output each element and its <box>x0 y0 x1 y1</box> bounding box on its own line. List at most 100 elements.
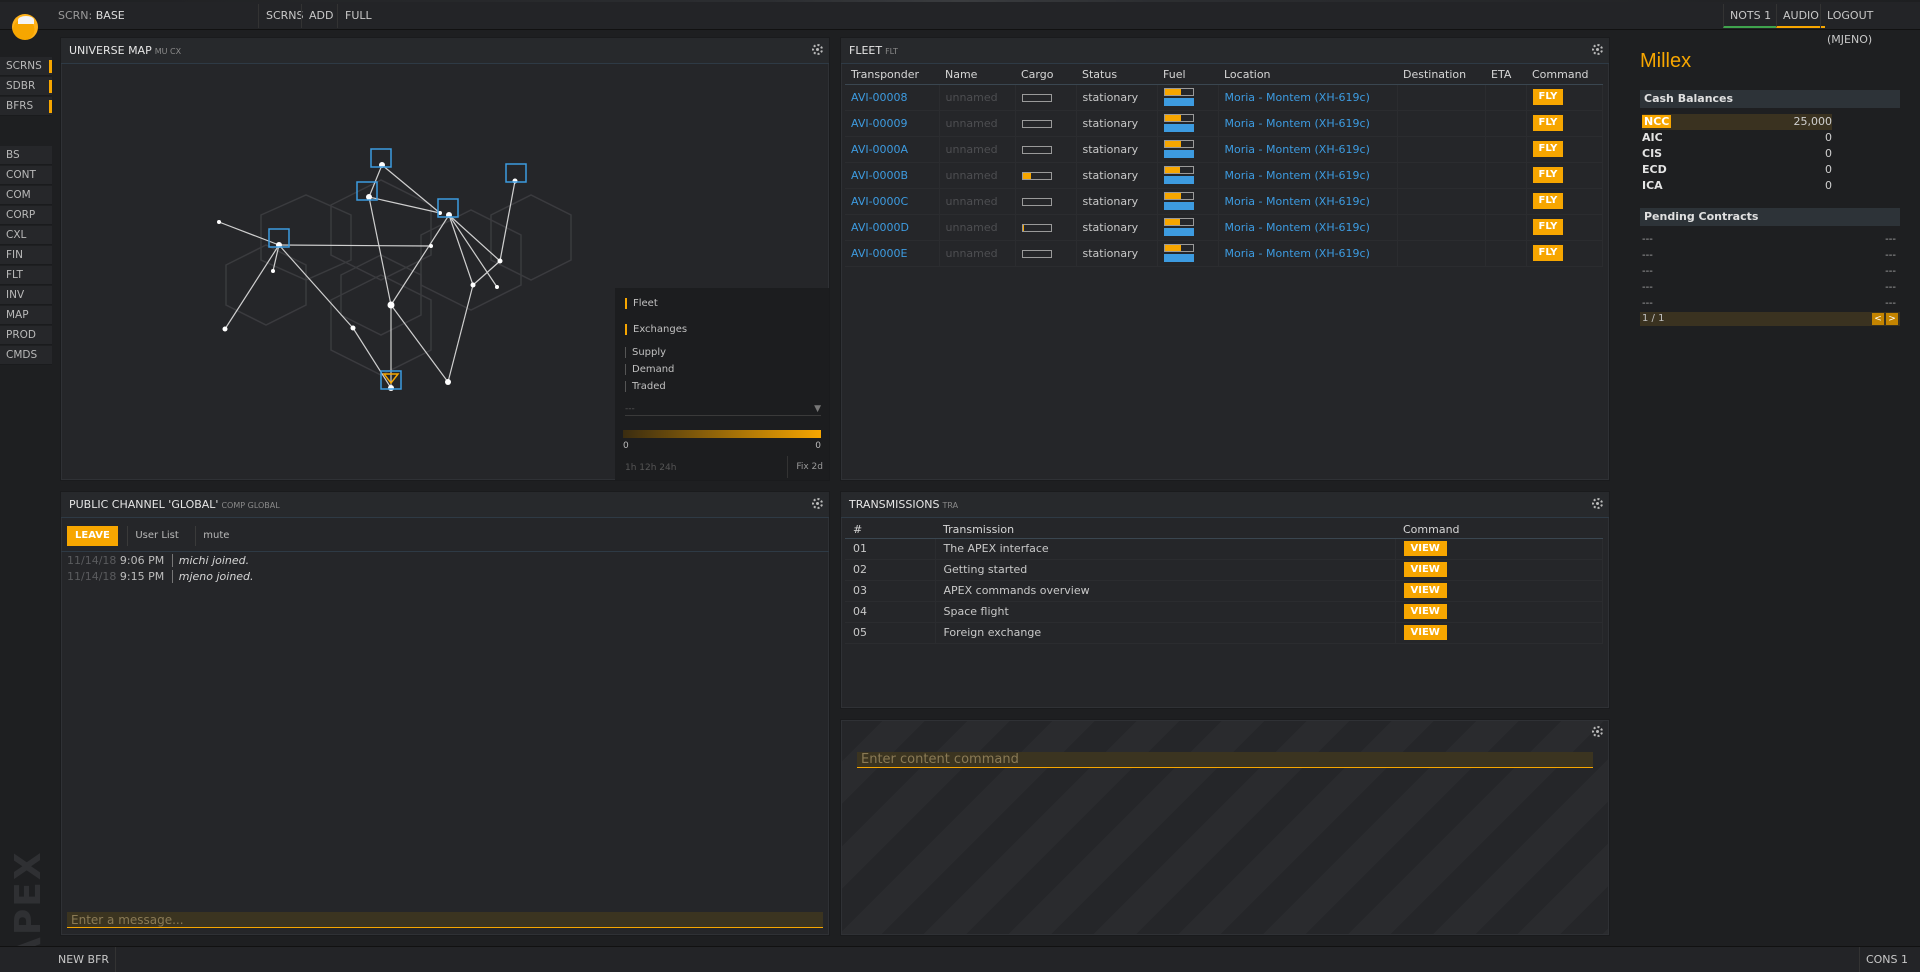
sidebar-item-corp[interactable]: CORP <box>0 206 52 225</box>
sidebar-item-sdbr[interactable]: SDBR <box>0 77 52 96</box>
mute-button[interactable]: mute <box>195 526 236 546</box>
transponder-link[interactable]: AVI-00008 <box>845 84 940 111</box>
audio-button[interactable]: AUDIO <box>1776 4 1825 28</box>
console-button[interactable]: CONS 1 <box>1858 947 1914 972</box>
location-cell[interactable]: Moria - Montem (XH-619c) <box>1218 188 1398 215</box>
sidebar-item-flt[interactable]: FLT <box>0 266 52 285</box>
col-destination[interactable]: Destination <box>1397 66 1485 85</box>
location-cell[interactable]: Moria - Montem (XH-619c) <box>1218 84 1398 111</box>
sidebar-item-cxl[interactable]: CXL <box>0 226 52 245</box>
transponder-link[interactable]: AVI-0000E <box>845 240 940 267</box>
legend-fleet[interactable]: Fleet <box>625 298 658 309</box>
gear-icon[interactable] <box>812 44 823 55</box>
transponder-id[interactable]: AVI-00009 <box>851 117 908 130</box>
transponder-id[interactable]: AVI-0000E <box>851 247 908 260</box>
col-location[interactable]: Location <box>1218 66 1397 85</box>
gear-icon[interactable] <box>1592 726 1603 737</box>
notifications-button[interactable]: NOTS 1 <box>1723 4 1778 28</box>
location-cell[interactable]: Moria - Montem (XH-619c) <box>1218 214 1398 241</box>
fly-button[interactable]: FLY <box>1532 89 1564 105</box>
transponder-link[interactable]: AVI-0000D <box>845 214 940 241</box>
next-page-button[interactable]: > <box>1886 313 1898 325</box>
col-eta[interactable]: ETA <box>1485 66 1526 85</box>
fly-button[interactable]: FLY <box>1532 193 1564 209</box>
transponder-id[interactable]: AVI-0000C <box>851 195 908 208</box>
view-button[interactable]: VIEW <box>1403 625 1447 640</box>
command-input[interactable]: Enter content command <box>857 752 1593 768</box>
gear-icon[interactable] <box>1592 498 1603 509</box>
location-link[interactable]: Moria - Montem (XH-619c) <box>1225 117 1370 130</box>
transponder-id[interactable]: AVI-00008 <box>851 91 908 104</box>
col-status[interactable]: Status <box>1076 66 1157 85</box>
contract-row[interactable]: --- --- <box>1642 232 1896 248</box>
sidebar-item-com[interactable]: COM <box>0 186 52 205</box>
fly-button[interactable]: FLY <box>1532 219 1564 235</box>
transponder-id[interactable]: AVI-0000B <box>851 169 908 182</box>
new-buffer-button[interactable]: NEW BFR <box>52 947 117 972</box>
legend-demand[interactable]: Demand <box>625 364 674 375</box>
col-command[interactable]: Command <box>1526 66 1603 85</box>
location-cell[interactable]: Moria - Montem (XH-619c) <box>1218 136 1398 163</box>
sidebar-item-bfrs[interactable]: BFRS <box>0 97 52 116</box>
user-list-button[interactable]: User List <box>127 526 185 546</box>
time-period-selector[interactable]: 1h 12h 24h <box>625 463 676 473</box>
location-link[interactable]: Moria - Montem (XH-619c) <box>1225 169 1370 182</box>
legend-supply[interactable]: Supply <box>625 347 666 358</box>
transponder-link[interactable]: AVI-0000C <box>845 188 940 215</box>
contract-row[interactable]: --- --- <box>1642 264 1896 280</box>
location-link[interactable]: Moria - Montem (XH-619c) <box>1225 91 1370 104</box>
sidebar-item-map[interactable]: MAP <box>0 306 52 325</box>
fly-button[interactable]: FLY <box>1532 167 1564 183</box>
col-fuel[interactable]: Fuel <box>1157 66 1218 85</box>
contract-row[interactable]: --- --- <box>1642 296 1896 312</box>
sidebar-item-scrns[interactable]: SCRNS <box>0 57 52 76</box>
sidebar-item-fin[interactable]: FIN <box>0 246 52 265</box>
view-button[interactable]: VIEW <box>1403 604 1447 619</box>
location-link[interactable]: Moria - Montem (XH-619c) <box>1225 247 1370 260</box>
col-transmission[interactable]: Transmission <box>935 521 1395 539</box>
contract-row[interactable]: --- --- <box>1642 248 1896 264</box>
location-cell[interactable]: Moria - Montem (XH-619c) <box>1218 240 1398 267</box>
view-button[interactable]: VIEW <box>1403 562 1447 577</box>
contract-row[interactable]: --- --- <box>1642 280 1896 296</box>
col-command[interactable]: Command <box>1395 521 1603 539</box>
exchange-markers <box>268 148 527 390</box>
sidebar-item-inv[interactable]: INV <box>0 286 52 305</box>
fly-button[interactable]: FLY <box>1532 141 1564 157</box>
location-link[interactable]: Moria - Montem (XH-619c) <box>1225 143 1370 156</box>
add-button[interactable]: ADD <box>301 4 340 28</box>
chat-message-input[interactable]: Enter a message... <box>67 912 823 928</box>
legend-material-select[interactable]: --- ▼ <box>625 404 821 416</box>
transponder-id[interactable]: AVI-0000A <box>851 143 908 156</box>
sidebar-item-cmds[interactable]: CMDS <box>0 346 52 365</box>
legend-traded[interactable]: Traded <box>625 381 666 392</box>
location-cell[interactable]: Moria - Montem (XH-619c) <box>1218 110 1398 137</box>
prev-page-button[interactable]: < <box>1872 313 1884 325</box>
sidebar-item-prod[interactable]: PROD <box>0 326 52 345</box>
view-button[interactable]: VIEW <box>1403 541 1447 556</box>
col-transponder[interactable]: Transponder <box>845 66 939 85</box>
full-button[interactable]: FULL <box>337 4 379 28</box>
sidebar-item-cont[interactable]: CONT <box>0 166 52 185</box>
transponder-link[interactable]: AVI-0000B <box>845 162 940 189</box>
apex-logo-icon[interactable] <box>12 14 38 40</box>
fly-button[interactable]: FLY <box>1532 245 1564 261</box>
fix-period-button[interactable]: Fix 2d <box>787 456 823 478</box>
location-link[interactable]: Moria - Montem (XH-619c) <box>1225 221 1370 234</box>
location-cell[interactable]: Moria - Montem (XH-619c) <box>1218 162 1398 189</box>
col-cargo[interactable]: Cargo <box>1015 66 1076 85</box>
transponder-link[interactable]: AVI-0000A <box>845 136 940 163</box>
transponder-link[interactable]: AVI-00009 <box>845 110 940 137</box>
col-name[interactable]: Name <box>939 66 1015 85</box>
gear-icon[interactable] <box>1592 44 1603 55</box>
transponder-id[interactable]: AVI-0000D <box>851 221 909 234</box>
col-number[interactable]: # <box>845 521 935 539</box>
legend-exchanges[interactable]: Exchanges <box>625 324 687 335</box>
view-button[interactable]: VIEW <box>1403 583 1447 598</box>
location-link[interactable]: Moria - Montem (XH-619c) <box>1225 195 1370 208</box>
leave-button[interactable]: LEAVE <box>67 526 118 546</box>
sidebar-item-bs[interactable]: BS <box>0 146 52 165</box>
gear-icon[interactable] <box>812 498 823 509</box>
logout-button[interactable]: LOGOUT (MJENO) <box>1820 4 1920 46</box>
fly-button[interactable]: FLY <box>1532 115 1564 131</box>
